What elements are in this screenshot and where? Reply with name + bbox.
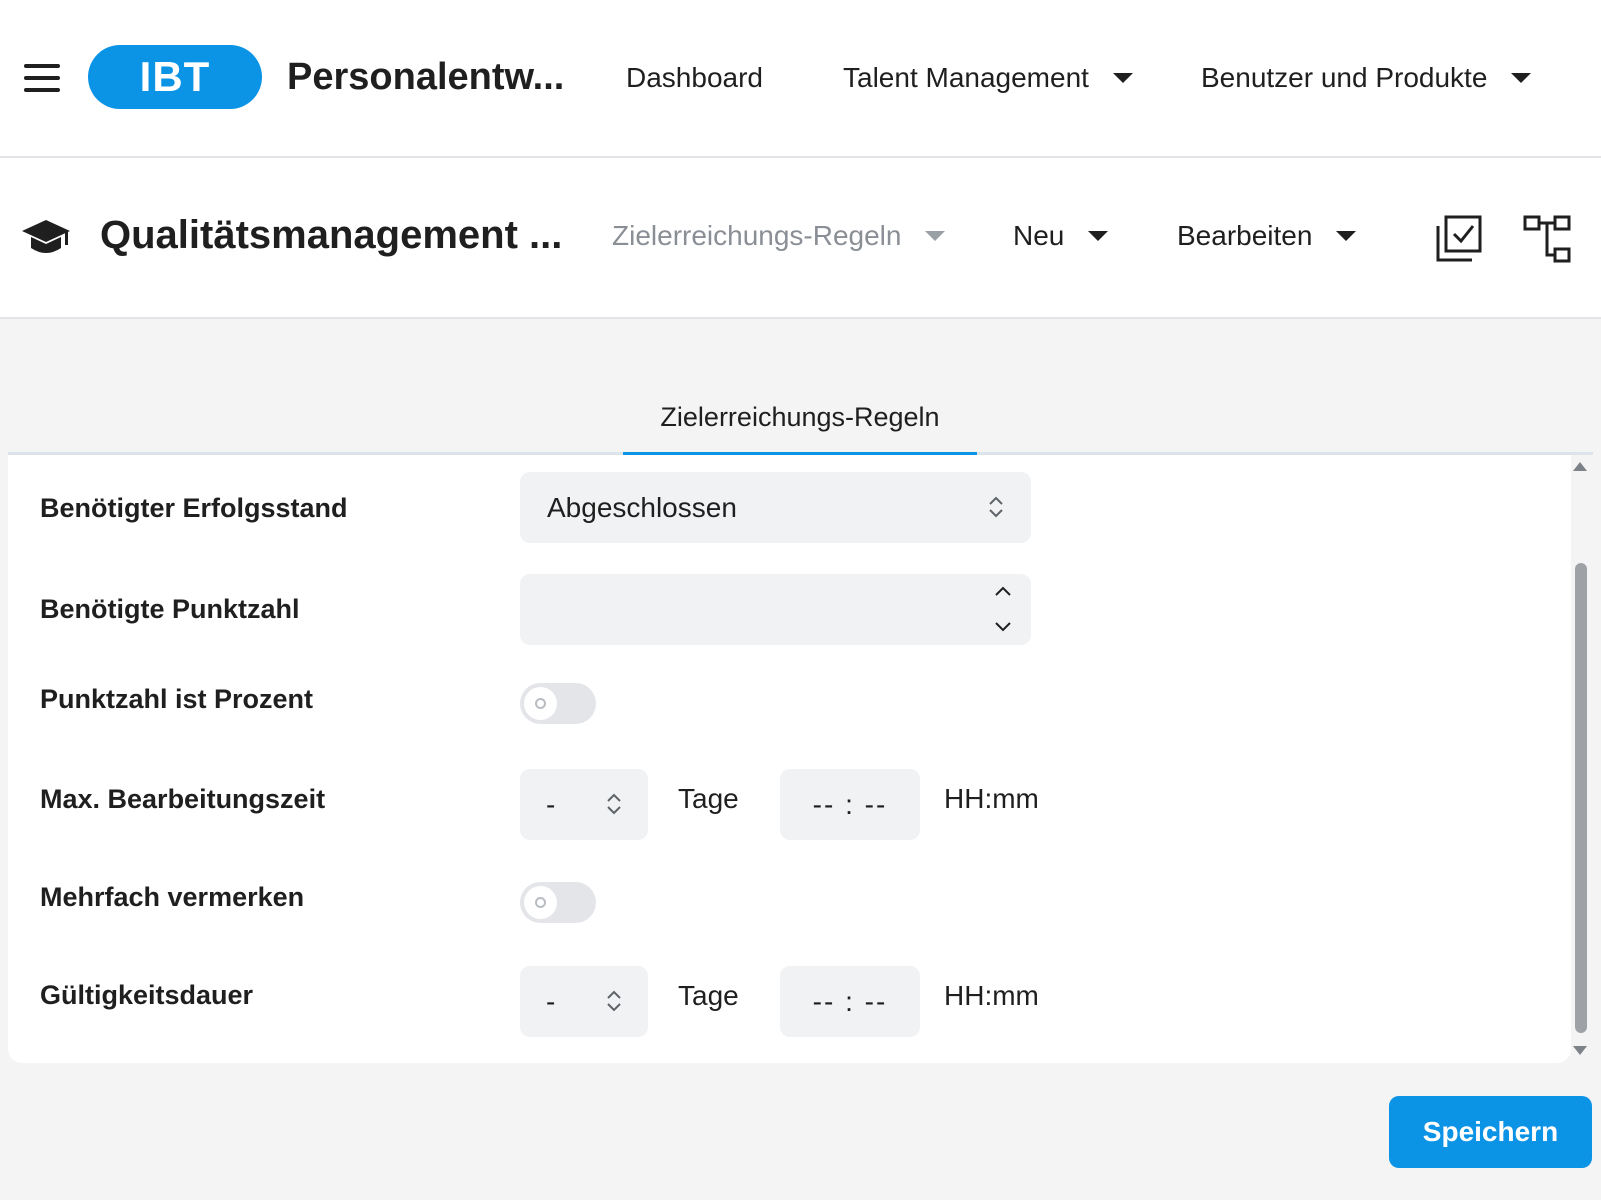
caret-down-icon: [925, 231, 946, 241]
validity-time-value: -- : --: [812, 985, 888, 1017]
required-score-label: Benötigte Punktzahl: [40, 594, 300, 624]
multiple-mark-label: Mehrfach vermerken: [40, 882, 305, 912]
multiple-mark-toggle[interactable]: [520, 882, 596, 923]
score-is-percent-label: Punktzahl ist Prozent: [40, 684, 314, 714]
nav-talent-management[interactable]: Talent Management: [843, 62, 1133, 94]
toggle-knob: [524, 886, 557, 919]
required-status-select[interactable]: Abgeschlossen: [520, 472, 1031, 543]
sort-arrows-icon: [607, 793, 621, 815]
view-selector[interactable]: Zielerreichungs-Regeln: [612, 220, 946, 252]
module-title: Qualitätsmanagement ...: [100, 213, 563, 257]
view-selector-label: Zielerreichungs-Regeln: [612, 220, 902, 251]
caret-down-icon: [1511, 73, 1532, 83]
nav-dashboard[interactable]: Dashboard: [626, 62, 763, 94]
required-score-input[interactable]: [520, 574, 1031, 645]
max-processing-time-label: Max. Bearbeitungszeit: [40, 784, 326, 814]
max-processing-days-unit: Tage: [678, 783, 739, 814]
edit-menu-label: Bearbeiten: [1177, 220, 1313, 251]
hamburger-icon[interactable]: [24, 64, 60, 92]
required-status-value: Abgeschlossen: [547, 492, 737, 523]
validity-time-unit: HH:mm: [944, 980, 1039, 1011]
sort-arrows-icon: [989, 496, 1003, 518]
caret-down-icon: [1336, 231, 1357, 241]
required-status-label: Benötigter Erfolgsstand: [40, 493, 348, 523]
validity-days-value: -: [546, 986, 556, 1017]
score-is-percent-toggle[interactable]: [520, 683, 596, 724]
chevron-down-icon[interactable]: [991, 615, 1015, 639]
validity-duration-label: Gültigkeitsdauer: [40, 980, 254, 1010]
graduation-cap-icon: [22, 220, 70, 253]
nav-users-products-label: Benutzer und Produkte: [1201, 62, 1488, 93]
sort-arrows-icon: [607, 990, 621, 1012]
nav-users-products[interactable]: Benutzer und Produkte: [1201, 62, 1532, 94]
hierarchy-icon[interactable]: [1523, 214, 1573, 264]
tab-zielerreichungs-regeln[interactable]: Zielerreichungs-Regeln: [623, 380, 977, 456]
max-processing-time-unit: HH:mm: [944, 783, 1039, 814]
save-button[interactable]: Speichern: [1389, 1096, 1592, 1168]
caret-down-icon: [1112, 73, 1133, 83]
new-menu[interactable]: Neu: [1013, 220, 1109, 252]
max-processing-days-select[interactable]: -: [520, 769, 648, 840]
scroll-up-arrow-icon[interactable]: [1573, 462, 1587, 471]
module-toolbar: Qualitätsmanagement ... Zielerreichungs-…: [0, 158, 1601, 319]
edit-menu[interactable]: Bearbeiten: [1177, 220, 1357, 252]
scrollbar-thumb[interactable]: [1575, 563, 1587, 1033]
checklist-icon[interactable]: [1434, 214, 1484, 264]
chevron-up-icon[interactable]: [991, 579, 1015, 603]
tab-label: Zielerreichungs-Regeln: [660, 402, 940, 432]
validity-time-input[interactable]: -- : --: [780, 966, 920, 1037]
scroll-down-arrow-icon[interactable]: [1573, 1046, 1587, 1055]
save-button-label: Speichern: [1422, 1116, 1559, 1147]
max-processing-time-input[interactable]: -- : --: [780, 769, 920, 840]
validity-days-select[interactable]: -: [520, 966, 648, 1037]
ibt-logo[interactable]: IBT: [88, 45, 262, 109]
max-processing-days-value: -: [546, 789, 556, 820]
form-panel: Benötigter Erfolgsstand Abgeschlossen Be…: [8, 455, 1571, 1063]
nav-talent-management-label: Talent Management: [843, 62, 1089, 93]
top-navbar: IBT Personalentw... Dashboard Talent Man…: [0, 0, 1601, 158]
app-title: Personalentw...: [287, 56, 565, 98]
new-menu-label: Neu: [1013, 220, 1065, 251]
caret-down-icon: [1088, 231, 1109, 241]
nav-dashboard-label: Dashboard: [626, 62, 763, 93]
max-processing-time-value: -- : --: [812, 788, 888, 820]
validity-days-unit: Tage: [678, 980, 739, 1011]
tab-strip: Zielerreichungs-Regeln: [8, 380, 1593, 456]
toggle-knob: [524, 687, 557, 720]
